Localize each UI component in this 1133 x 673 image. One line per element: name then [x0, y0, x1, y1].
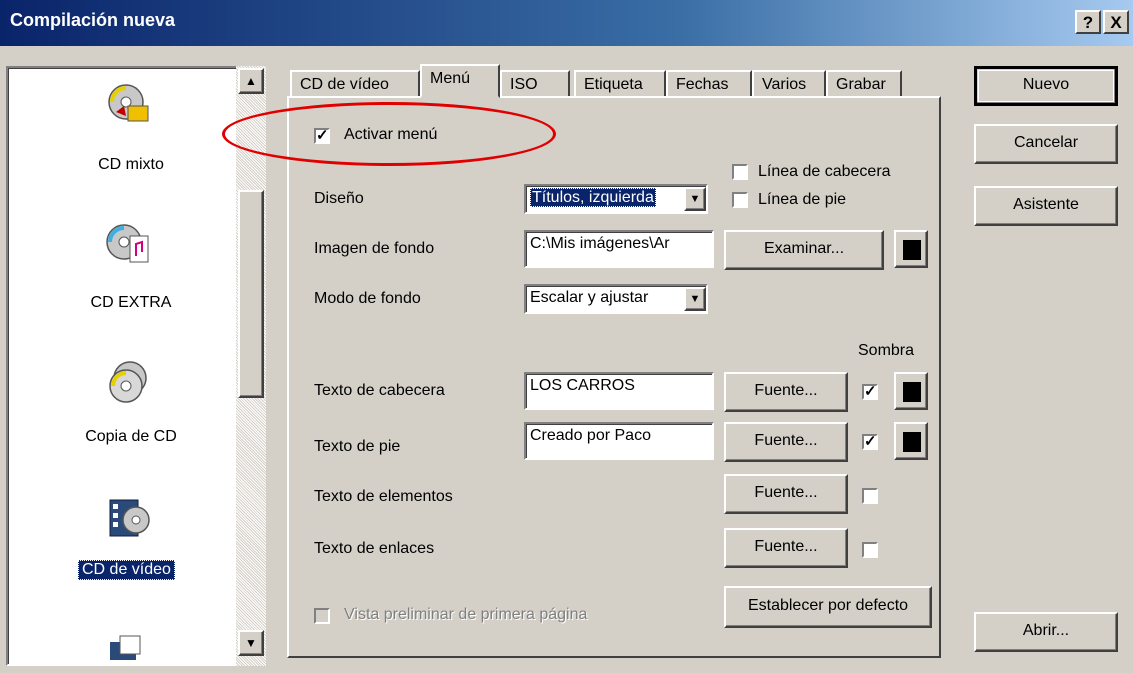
list-item-label: CD EXTRA	[90, 294, 172, 311]
color-swatch	[903, 432, 921, 452]
diseno-dropdown-button[interactable]: ▼	[684, 187, 706, 211]
sombra-elementos-checkbox[interactable]	[862, 488, 878, 504]
vista-preliminar-label: Vista preliminar de primera página	[344, 606, 588, 623]
sombra-pie-checkbox[interactable]: ✓	[862, 434, 878, 450]
cd-mixed-icon	[108, 84, 149, 122]
vista-preliminar-checkbox[interactable]	[314, 608, 330, 624]
color-swatch	[903, 382, 921, 402]
video-cd-icon	[109, 499, 150, 537]
highlight-oval	[222, 102, 556, 166]
nuevo-button[interactable]: Nuevo	[974, 66, 1118, 106]
list-item-cd-extra[interactable]: CD EXTRA	[26, 222, 236, 322]
cd-extra-icon	[106, 224, 149, 263]
abrir-button[interactable]: Abrir...	[974, 612, 1118, 652]
establecer-defecto-button[interactable]: Establecer por defecto	[724, 586, 932, 628]
tab-varios[interactable]: Varios	[752, 70, 826, 98]
cd-copy-icon	[109, 361, 147, 403]
diseno-label: Diseño	[314, 190, 364, 207]
linea-pie-checkbox[interactable]	[732, 192, 748, 208]
linea-cabecera-label: Línea de cabecera	[758, 163, 891, 180]
scroll-thumb[interactable]	[238, 190, 264, 398]
color-swatch	[903, 240, 921, 260]
linea-pie-label: Línea de pie	[758, 191, 847, 208]
diseno-select[interactable]: Títulos, izquierda	[524, 184, 708, 214]
scroll-up-button[interactable]: ▲	[238, 68, 264, 94]
sombra-enlaces-checkbox[interactable]	[862, 542, 878, 558]
texto-elementos-label: Texto de elementos	[314, 488, 453, 505]
tab-grabar[interactable]: Grabar	[826, 70, 902, 98]
texto-pie-input[interactable]: Creado por Paco	[524, 422, 714, 460]
background-color-button[interactable]	[894, 230, 928, 268]
fuente-pie-button[interactable]: Fuente...	[724, 422, 848, 462]
modo-fondo-label: Modo de fondo	[314, 290, 421, 307]
window-title: Compilación nueva	[10, 10, 176, 30]
sombra-cabecera-checkbox[interactable]: ✓	[862, 384, 878, 400]
pie-color-button[interactable]	[894, 422, 928, 460]
close-button[interactable]: X	[1103, 10, 1129, 34]
linea-cabecera-checkbox[interactable]	[732, 164, 748, 180]
tab-fechas[interactable]: Fechas	[666, 70, 752, 98]
modo-fondo-select[interactable]: Escalar y ajustar	[524, 284, 708, 314]
sombra-label: Sombra	[858, 342, 915, 359]
fuente-elementos-button[interactable]: Fuente...	[724, 474, 848, 514]
imagen-fondo-input[interactable]: C:\Mis imágenes\Ar	[524, 230, 714, 268]
tab-cd-video[interactable]: CD de vídeo	[290, 70, 420, 98]
help-button[interactable]: ?	[1075, 10, 1101, 34]
tab-iso[interactable]: ISO	[500, 70, 570, 98]
examinar-button[interactable]: Examinar...	[724, 230, 884, 270]
scroll-down-button[interactable]: ▼	[238, 630, 264, 656]
diseno-value: Títulos, izquierda	[530, 188, 656, 207]
texto-pie-label: Texto de pie	[314, 438, 401, 455]
partial-list-icon	[110, 635, 141, 660]
texto-cabecera-input[interactable]: LOS CARROS	[524, 372, 714, 410]
list-item-cd-video[interactable]: CD de vídeo	[26, 494, 236, 594]
list-item-copia-cd[interactable]: Copia de CD	[26, 360, 236, 460]
tab-menu[interactable]: Menú	[420, 64, 500, 98]
fuente-cabecera-button[interactable]: Fuente...	[724, 372, 848, 412]
cabecera-color-button[interactable]	[894, 372, 928, 410]
fuente-enlaces-button[interactable]: Fuente...	[724, 528, 848, 568]
texto-enlaces-label: Texto de enlaces	[314, 540, 435, 557]
list-item-label: Copia de CD	[85, 428, 177, 445]
imagen-fondo-label: Imagen de fondo	[314, 240, 435, 257]
cancelar-button[interactable]: Cancelar	[974, 124, 1118, 164]
list-item-cd-mixto[interactable]: CD mixto	[26, 82, 236, 182]
asistente-button[interactable]: Asistente	[974, 186, 1118, 226]
tab-etiqueta[interactable]: Etiqueta	[574, 70, 666, 98]
texto-cabecera-label: Texto de cabecera	[314, 382, 445, 399]
list-item-label: CD mixto	[98, 156, 164, 173]
list-item-label: CD de vídeo	[78, 560, 175, 580]
modo-fondo-dropdown-button[interactable]: ▼	[684, 287, 706, 311]
